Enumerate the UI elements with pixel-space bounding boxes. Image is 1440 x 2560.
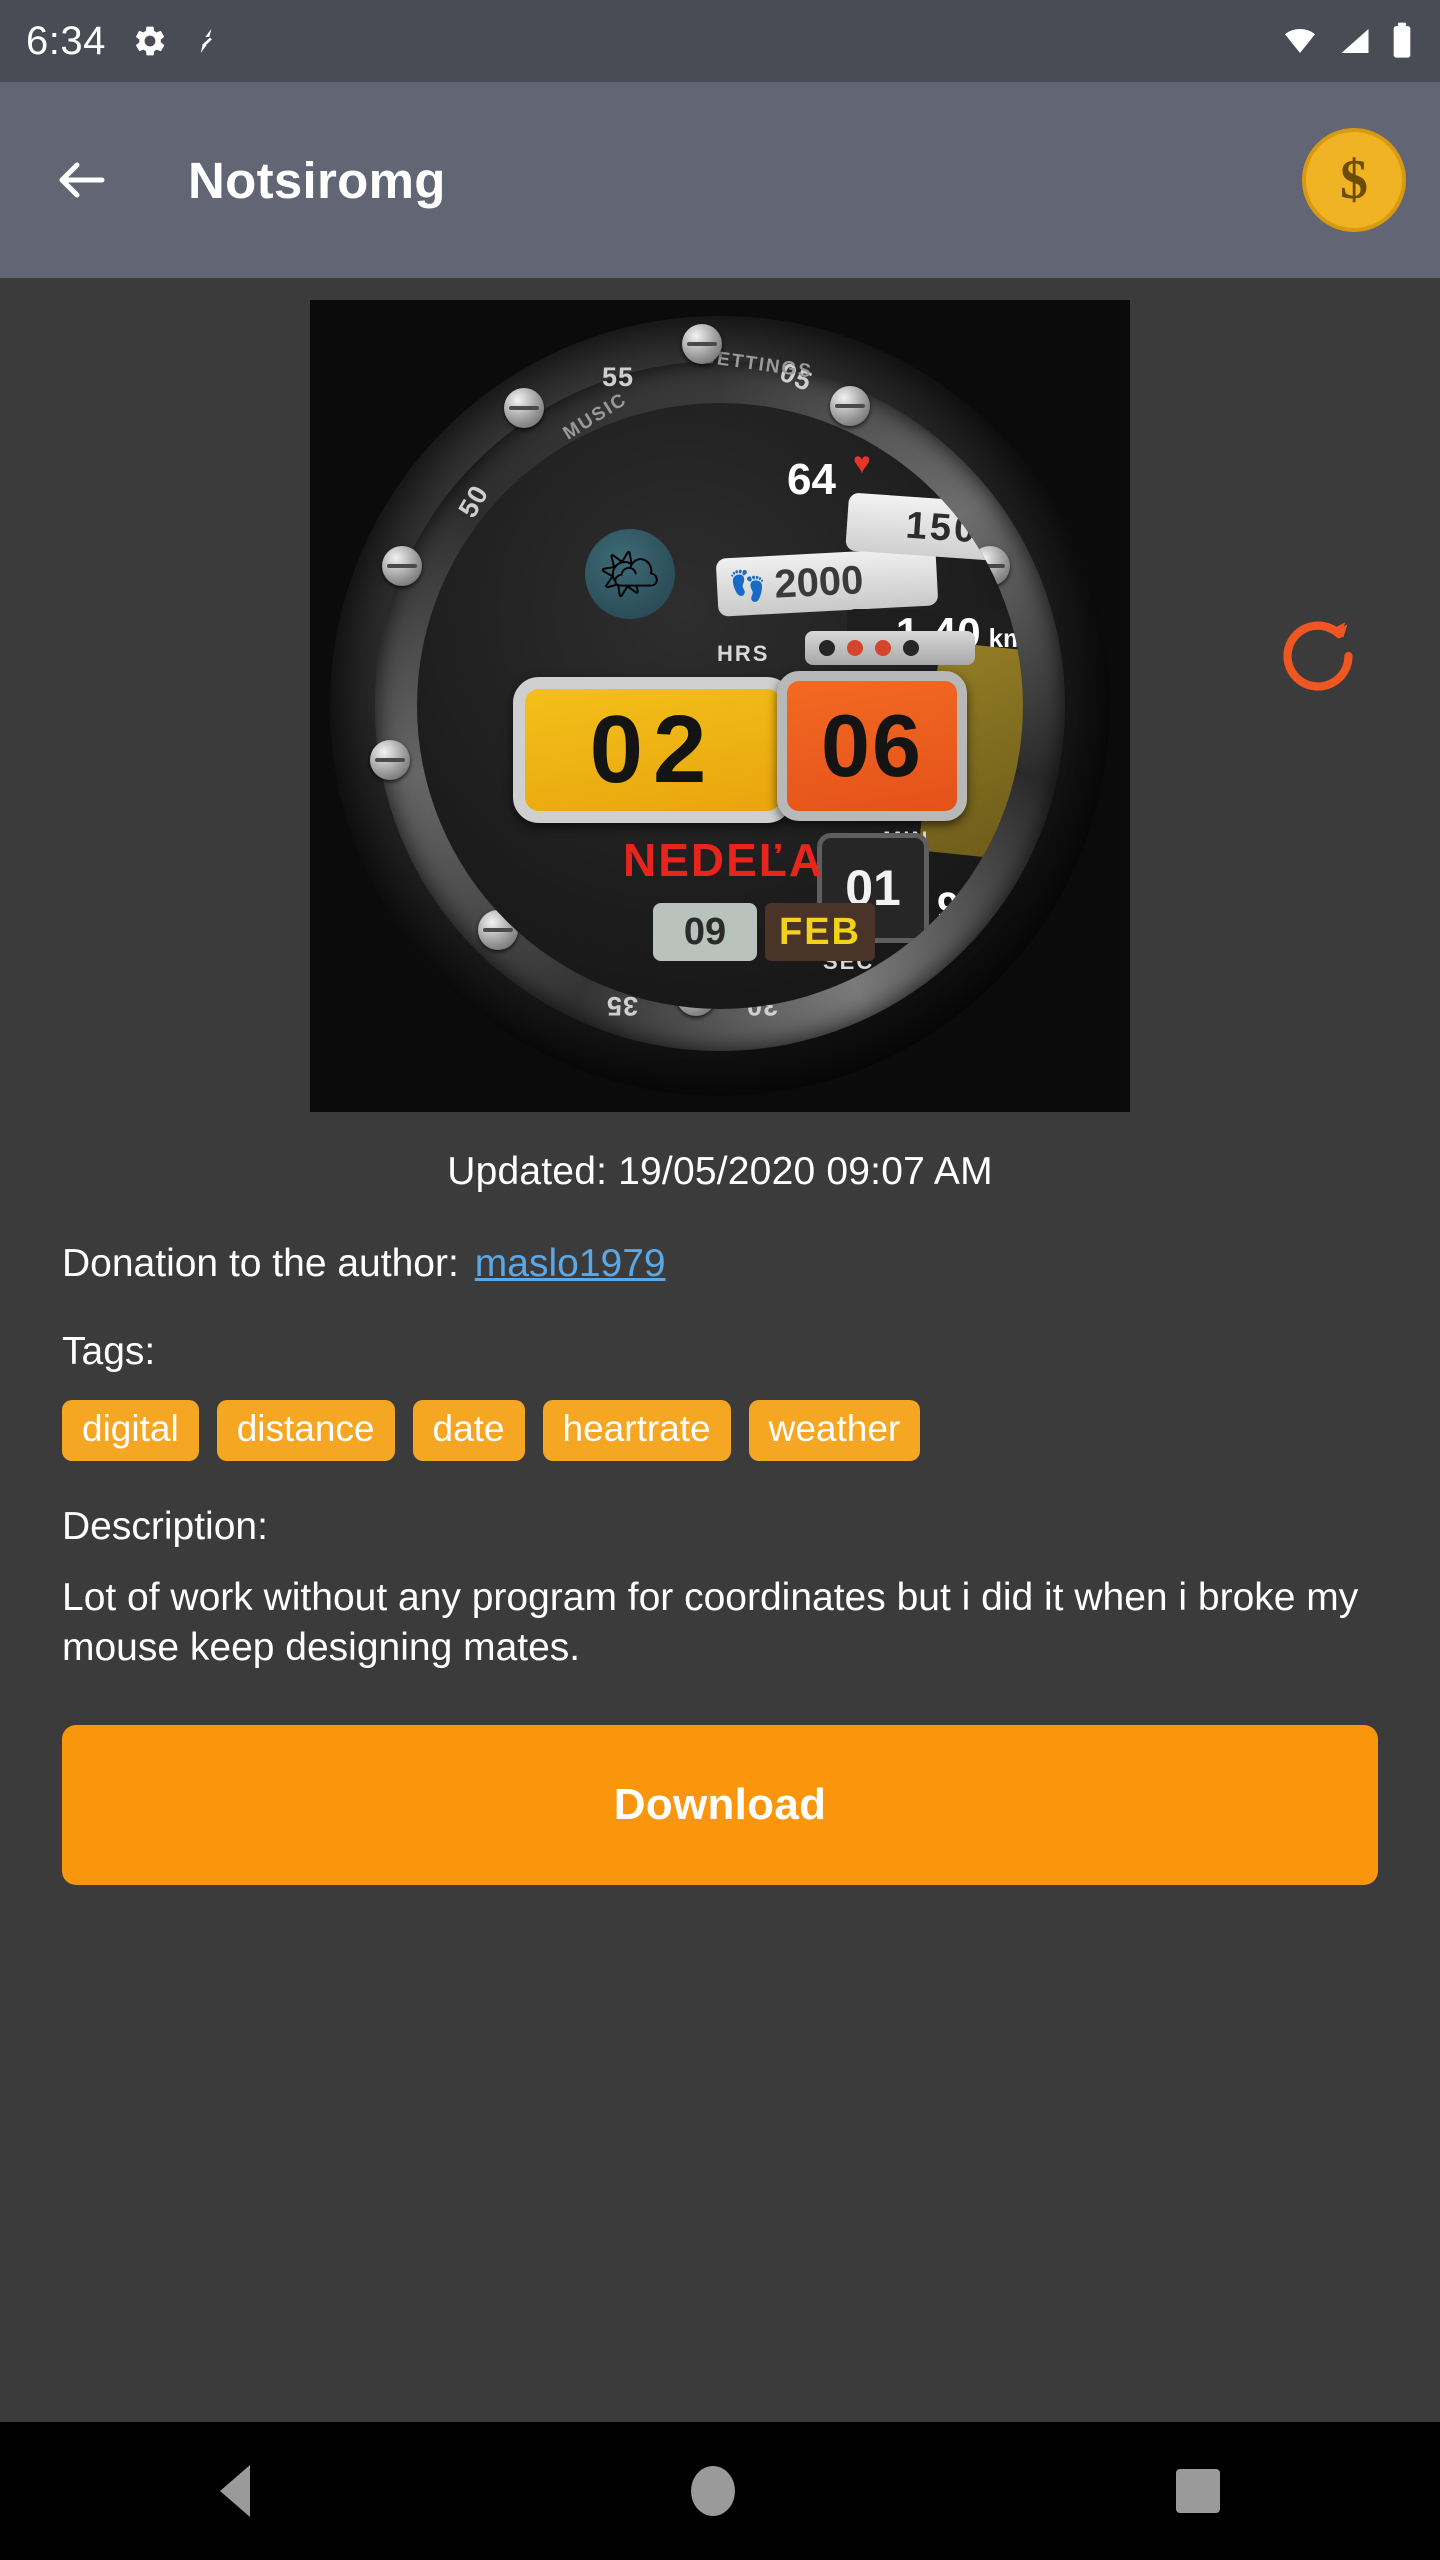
weather-complication: 🌤 (585, 529, 675, 619)
bezel-screw (504, 388, 544, 428)
status-bar-clock: 6:34 (26, 19, 106, 64)
minutes-value: 06 (821, 695, 923, 797)
preview-row: 55 50 45 40 35 30 25 20 15 10 05 MUSIC S… (0, 278, 1440, 1112)
watchface-graphic: 55 50 45 40 35 30 25 20 15 10 05 MUSIC S… (310, 300, 1130, 1112)
download-button[interactable]: Download (62, 1725, 1378, 1885)
nav-home-icon[interactable] (691, 2466, 735, 2516)
coin-icon-label: $ (1340, 148, 1368, 212)
battery-icon (1390, 21, 1414, 61)
tag-list: digital distance date heartrate weather (62, 1400, 1440, 1461)
tag-item[interactable]: distance (217, 1400, 395, 1461)
watch-dial: 🌤 64 ♥ 👣 2000 150 1,40 km (417, 403, 1023, 1009)
app-bar: Notsiromg $ (0, 82, 1440, 278)
minutes-display: 06 (777, 671, 967, 821)
system-navigation-bar (0, 2422, 1440, 2560)
page-title: Notsiromg (188, 151, 446, 210)
donation-row: Donation to the author: maslo1979 (62, 1242, 1440, 1286)
month-display: FEB (765, 903, 875, 961)
battery-percent-value: 90 (937, 885, 982, 930)
bezel-screw (370, 740, 410, 780)
nav-back-icon[interactable] (220, 2465, 250, 2517)
bezel-screw (682, 324, 722, 364)
back-button[interactable] (34, 132, 130, 228)
coin-balance-button[interactable]: $ (1302, 128, 1406, 232)
tag-item[interactable]: digital (62, 1400, 199, 1461)
dial-bolt (819, 640, 835, 656)
tag-item[interactable]: date (413, 1400, 525, 1461)
download-button-label: Download (614, 1780, 827, 1830)
tags-label: Tags: (62, 1330, 1440, 1374)
refresh-icon (1275, 613, 1361, 699)
tag-item[interactable]: heartrate (543, 1400, 731, 1461)
cellular-signal-icon (1336, 23, 1374, 59)
heart-icon: ♥ (853, 447, 871, 481)
description-label: Description: (62, 1505, 1440, 1549)
calories-value: 150 (904, 504, 979, 552)
tag-item[interactable]: weather (749, 1400, 921, 1461)
donation-author-link[interactable]: maslo1979 (475, 1242, 666, 1286)
day-number-value: 09 (684, 911, 726, 954)
month-value: FEB (779, 911, 861, 954)
dial-bolt (903, 640, 919, 656)
day-name-value: NEDEĽA (623, 833, 824, 887)
nav-recents-icon[interactable] (1176, 2469, 1220, 2513)
gear-icon (132, 23, 168, 59)
bezel-number-55: 55 (602, 362, 634, 393)
dial-bolt (875, 640, 891, 656)
heartrate-value: 64 (787, 455, 836, 505)
hours-value: 02 (590, 695, 717, 805)
sun-cloud-icon: 🌤 (598, 545, 661, 604)
watchface-preview-image[interactable]: 55 50 45 40 35 30 25 20 15 10 05 MUSIC S… (310, 300, 1130, 1112)
description-text: Lot of work without any program for coor… (62, 1573, 1378, 1673)
status-bar-notification-icons (132, 23, 222, 59)
dial-bolt-strip (805, 631, 975, 665)
detail-content: 55 50 45 40 35 30 25 20 15 10 05 MUSIC S… (0, 278, 1440, 2560)
bezel-screw (830, 386, 870, 426)
steps-value: 2000 (773, 558, 864, 608)
donation-label: Donation to the author: (62, 1242, 459, 1286)
footsteps-icon: 👣 (728, 568, 767, 605)
data-transfer-icon (190, 23, 222, 59)
dial-bolt (847, 640, 863, 656)
bezel-screw (382, 546, 422, 586)
refresh-button[interactable] (1270, 608, 1366, 704)
hours-display: 02 (513, 677, 793, 823)
status-bar: 6:34 (0, 0, 1440, 82)
day-number-display: 09 (653, 903, 757, 961)
back-arrow-icon (52, 150, 112, 210)
hours-label: HRS (717, 641, 769, 667)
status-bar-system-icons (1280, 21, 1414, 61)
steps-complication: 👣 2000 (716, 547, 939, 616)
wifi-icon (1280, 23, 1320, 59)
updated-timestamp: Updated: 19/05/2020 09:07 AM (0, 1150, 1440, 1194)
